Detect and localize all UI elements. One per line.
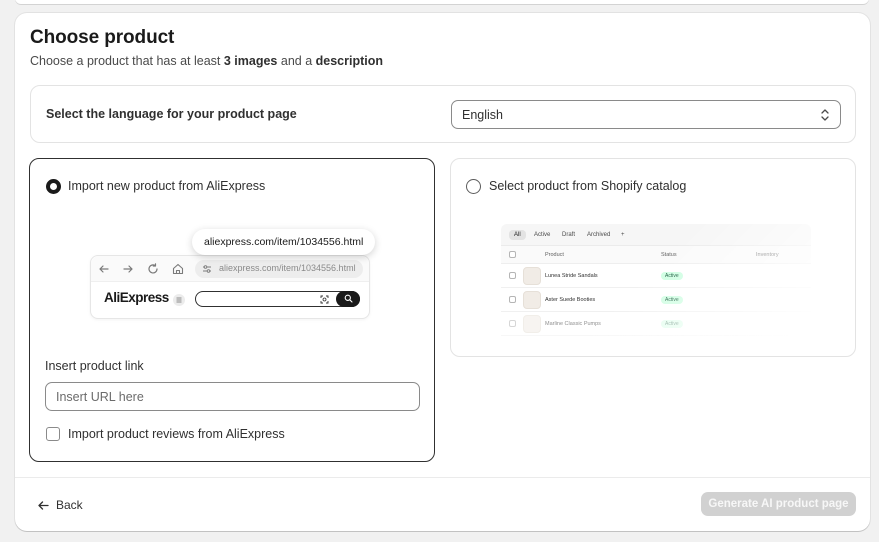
footer-divider	[15, 477, 870, 478]
status-badge: Active	[661, 320, 683, 328]
radio-shopify[interactable]	[466, 179, 481, 194]
catalog-checkbox	[509, 320, 516, 327]
choose-product-card: Choose product Choose a product that has…	[15, 13, 870, 531]
catalog-tab: Active	[534, 232, 551, 238]
catalog-product-name: Marline Classic Pumps	[545, 321, 601, 327]
product-thumbnail	[523, 315, 541, 333]
browser-illustration: aliexpress.com/item/1034556.html AliExpr…	[90, 255, 370, 319]
catalog-checkbox	[509, 272, 516, 279]
back-button[interactable]: Back	[37, 495, 83, 515]
import-reviews-label[interactable]: Import product reviews from AliExpress	[68, 427, 285, 441]
catalog-column-header: Inventory	[756, 252, 779, 258]
catalog-row: Marline Classic Pumps Active	[501, 312, 811, 336]
catalog-checkbox	[509, 296, 516, 303]
product-link-input[interactable]	[45, 382, 420, 411]
option-card-shopify[interactable]: Select product from Shopify catalog All …	[450, 158, 856, 357]
status-badge: Active	[661, 272, 683, 280]
catalog-header-row: Product Status Inventory	[501, 246, 811, 264]
browser-url-bar: aliexpress.com/item/1034556.html	[195, 260, 363, 278]
catalog-column-header: Product	[545, 252, 564, 258]
catalog-tab: All	[509, 230, 526, 240]
product-thumbnail	[523, 267, 541, 285]
option-label-shopify: Select product from Shopify catalog	[489, 179, 687, 193]
option-label-aliexpress: Import new product from AliExpress	[68, 179, 266, 193]
browser-toolbar: aliexpress.com/item/1034556.html	[91, 256, 369, 282]
language-section: Select the language for your product pag…	[30, 85, 856, 143]
option-card-aliexpress[interactable]: Import new product from AliExpress aliex…	[29, 158, 435, 462]
product-thumbnail	[523, 291, 541, 309]
catalog-checkbox	[509, 251, 516, 258]
language-label: Select the language for your product pag…	[46, 107, 297, 121]
catalog-tab-add: +	[621, 232, 625, 238]
previous-card-edge	[15, 0, 869, 4]
home-icon	[172, 263, 184, 275]
catalog-tab: Draft	[562, 232, 576, 238]
back-button-label: Back	[56, 498, 83, 512]
page-title: Choose product	[30, 27, 175, 48]
catalog-row: Aster Suede Booties Active	[501, 288, 811, 312]
import-reviews-checkbox[interactable]	[46, 427, 60, 441]
tune-icon	[203, 265, 211, 273]
radio-aliexpress[interactable]	[46, 179, 61, 194]
search-icon	[344, 294, 353, 303]
catalog-row: Lunea Stride Sandals Active	[501, 264, 811, 288]
arrow-left-icon	[38, 500, 49, 510]
language-select-value: English	[462, 108, 503, 122]
catalog-product-name: Aster Suede Booties	[545, 297, 596, 303]
catalog-tabs: All Active Draft Archived +	[501, 224, 811, 246]
status-badge: Active	[661, 296, 683, 304]
aliexpress-search-bar	[195, 291, 360, 307]
product-link-label: Insert product link	[45, 359, 144, 373]
arrow-left-icon	[99, 265, 109, 273]
aliexpress-search-button	[336, 291, 360, 307]
reload-icon	[148, 263, 158, 274]
select-chevrons-icon	[821, 109, 829, 121]
url-tooltip: aliexpress.com/item/1034556.html	[192, 229, 376, 255]
aliexpress-logo: AliExpress	[104, 290, 169, 305]
scan-icon	[320, 295, 329, 304]
shopify-catalog-preview: All Active Draft Archived + Product Stat…	[501, 224, 811, 344]
menu-icon	[173, 294, 185, 306]
catalog-column-header: Status	[661, 252, 677, 258]
language-select[interactable]: English	[451, 100, 841, 129]
arrow-right-icon	[123, 265, 133, 273]
browser-url-text: aliexpress.com/item/1034556.html	[219, 263, 356, 273]
page-subtitle: Choose a product that has at least 3 ima…	[30, 54, 383, 68]
catalog-product-name: Lunea Stride Sandals	[545, 273, 598, 279]
generate-ai-product-page-button[interactable]: Generate AI product page	[701, 492, 856, 516]
catalog-tab: Archived	[587, 232, 611, 238]
